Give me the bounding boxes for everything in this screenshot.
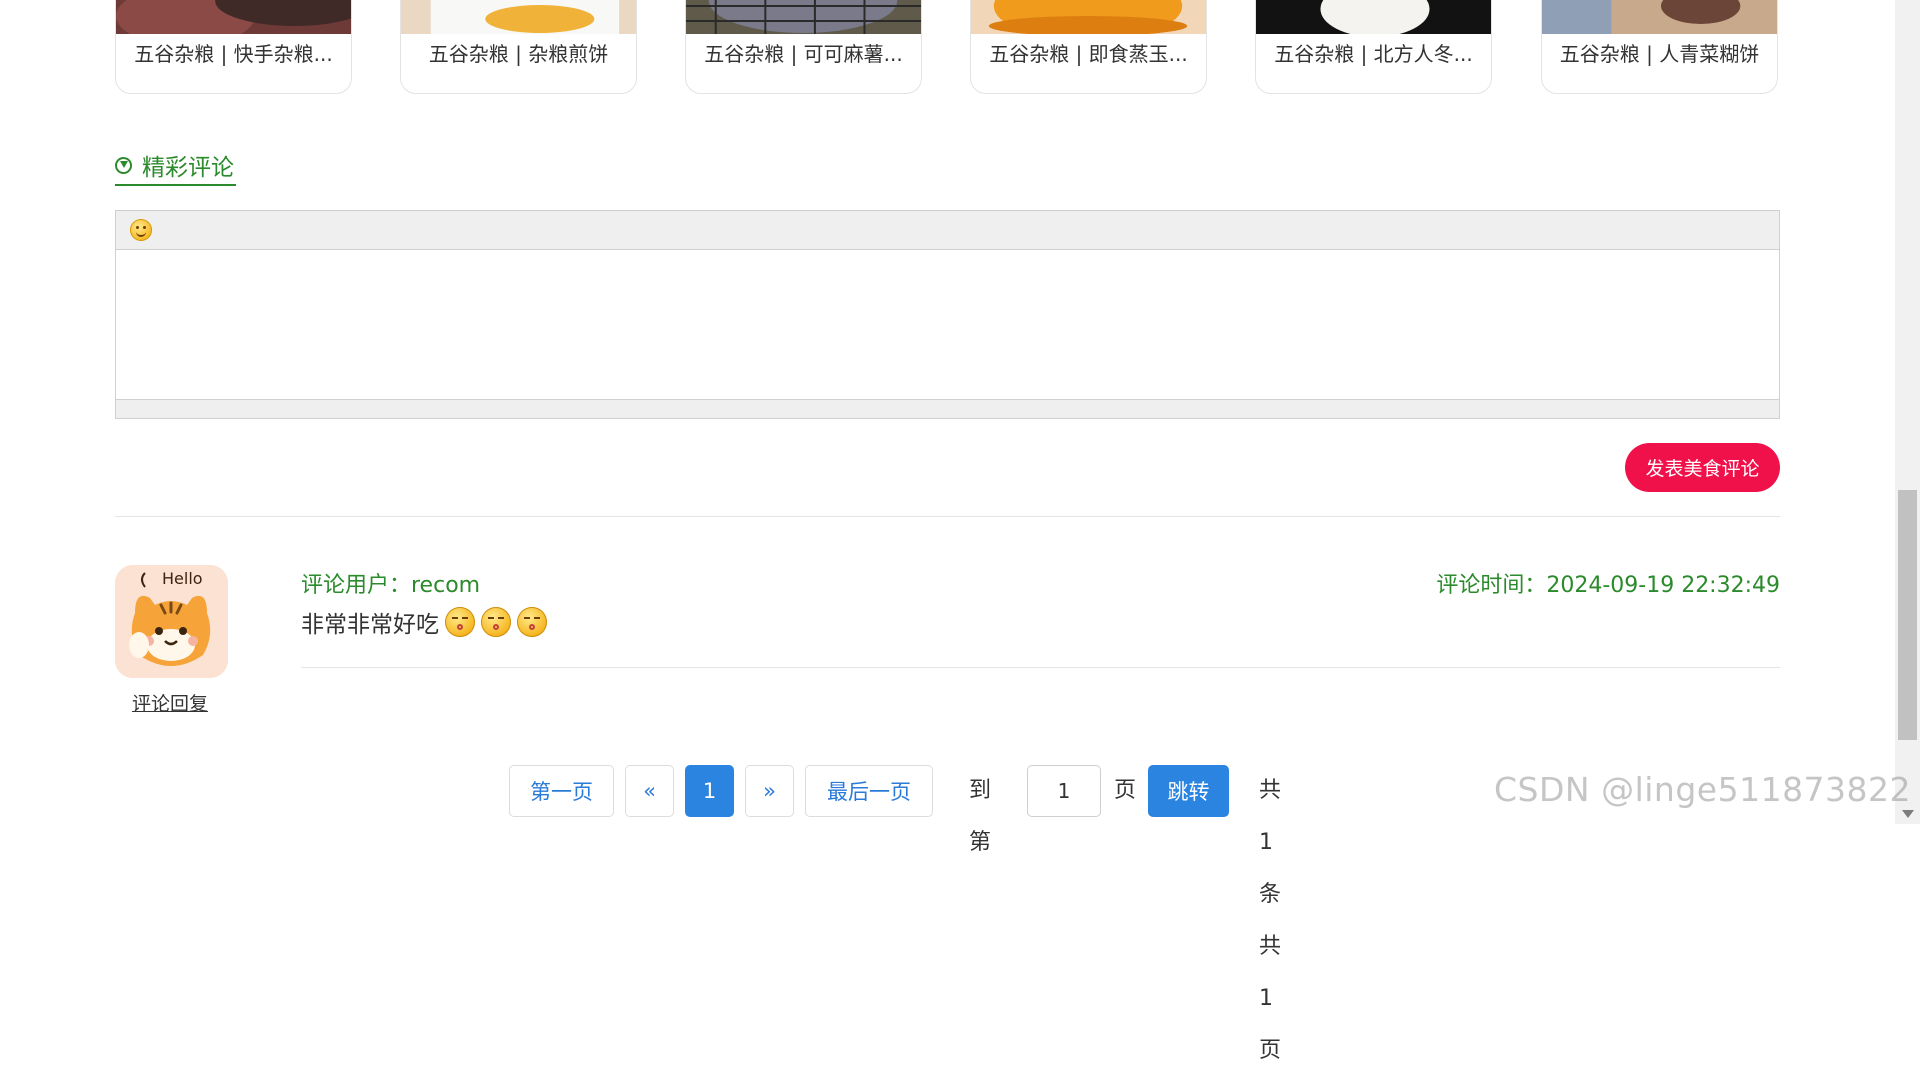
recipe-thumbnail: [116, 0, 351, 34]
divider: [301, 667, 1780, 668]
comment-input[interactable]: [116, 250, 1779, 399]
recipe-card-title: 五谷杂粮 | 即食蒸玉...: [989, 42, 1188, 66]
section-title: 精彩评论: [142, 155, 234, 181]
editor-toolbar: [116, 211, 1779, 250]
goto-suffix-label: 页: [1114, 778, 1137, 803]
goto-prefix-label: 到第: [969, 778, 992, 855]
kiss-emoji-icon: [517, 607, 547, 637]
pagination-summary: 共1条 共1页: [1259, 778, 1282, 1063]
emoji-smile-icon[interactable]: [130, 219, 152, 241]
comment-time: 评论时间：2024-09-19 22:32:49: [1436, 573, 1780, 598]
recipe-card-title: 五谷杂粮 | 人青菜糊饼: [1559, 42, 1760, 66]
recipe-card[interactable]: 五谷杂粮 | 即食蒸玉...: [970, 0, 1207, 94]
recipe-card-title: 五谷杂粮 | 杂粮煎饼: [428, 42, 609, 66]
avatar: Hello: [115, 565, 228, 678]
avatar-hello-text: Hello: [162, 569, 203, 588]
recipe-card[interactable]: 五谷杂粮 | 人青菜糊饼: [1541, 0, 1778, 94]
recipe-thumbnail: [1542, 0, 1777, 34]
page-scrollbar[interactable]: [1895, 0, 1920, 824]
first-page-button[interactable]: 第一页: [509, 765, 614, 817]
kiss-emoji-icon: [481, 607, 511, 637]
goto-page-input[interactable]: [1027, 765, 1101, 817]
next-page-button[interactable]: »: [745, 765, 794, 817]
recipe-card[interactable]: 五谷杂粮 | 可可麻薯...: [685, 0, 922, 94]
comments-section-tab[interactable]: 精彩评论: [115, 146, 236, 186]
submit-comment-button[interactable]: 发表美食评论: [1625, 443, 1780, 492]
comment-text-row: 非常非常好吃: [301, 605, 547, 639]
comment-editor: [115, 210, 1780, 419]
recipe-thumbnail: [686, 0, 921, 34]
scroll-down-arrow-icon[interactable]: [1902, 810, 1914, 818]
divider: [115, 516, 1780, 517]
editor-statusbar: [116, 399, 1779, 418]
recipe-card-title: 五谷杂粮 | 北方人冬...: [1274, 42, 1473, 66]
comment-text: 非常非常好吃: [301, 612, 439, 638]
watermark: CSDN @linge511873822: [1494, 770, 1912, 809]
kiss-emoji-icon: [445, 607, 475, 637]
recipe-card[interactable]: 五谷杂粮 | 杂粮煎饼: [400, 0, 637, 94]
recipe-card-title: 五谷杂粮 | 可可麻薯...: [704, 42, 903, 66]
recipe-thumbnail: [401, 0, 636, 34]
page-1-button[interactable]: 1: [685, 765, 734, 817]
reply-link[interactable]: 评论回复: [132, 689, 208, 716]
scrollbar-thumb[interactable]: [1898, 490, 1917, 740]
comment-user: 评论用户：recom: [301, 573, 481, 598]
recipe-card[interactable]: 五谷杂粮 | 快手杂粮...: [115, 0, 352, 94]
recipe-card-strip: 五谷杂粮 | 快手杂粮... 五谷杂粮 | 杂粮煎饼 五谷杂粮 | 可可麻薯..…: [115, 0, 1780, 96]
recipe-thumbnail: [1256, 0, 1491, 34]
prev-page-button[interactable]: «: [625, 765, 674, 817]
goto-page-button[interactable]: 跳转: [1148, 765, 1229, 817]
recipe-card-title: 五谷杂粮 | 快手杂粮...: [134, 42, 333, 66]
arrow-circle-down-icon: [115, 156, 132, 174]
recipe-card[interactable]: 五谷杂粮 | 北方人冬...: [1255, 0, 1492, 94]
last-page-button[interactable]: 最后一页: [805, 765, 933, 817]
recipe-thumbnail: [971, 0, 1206, 34]
